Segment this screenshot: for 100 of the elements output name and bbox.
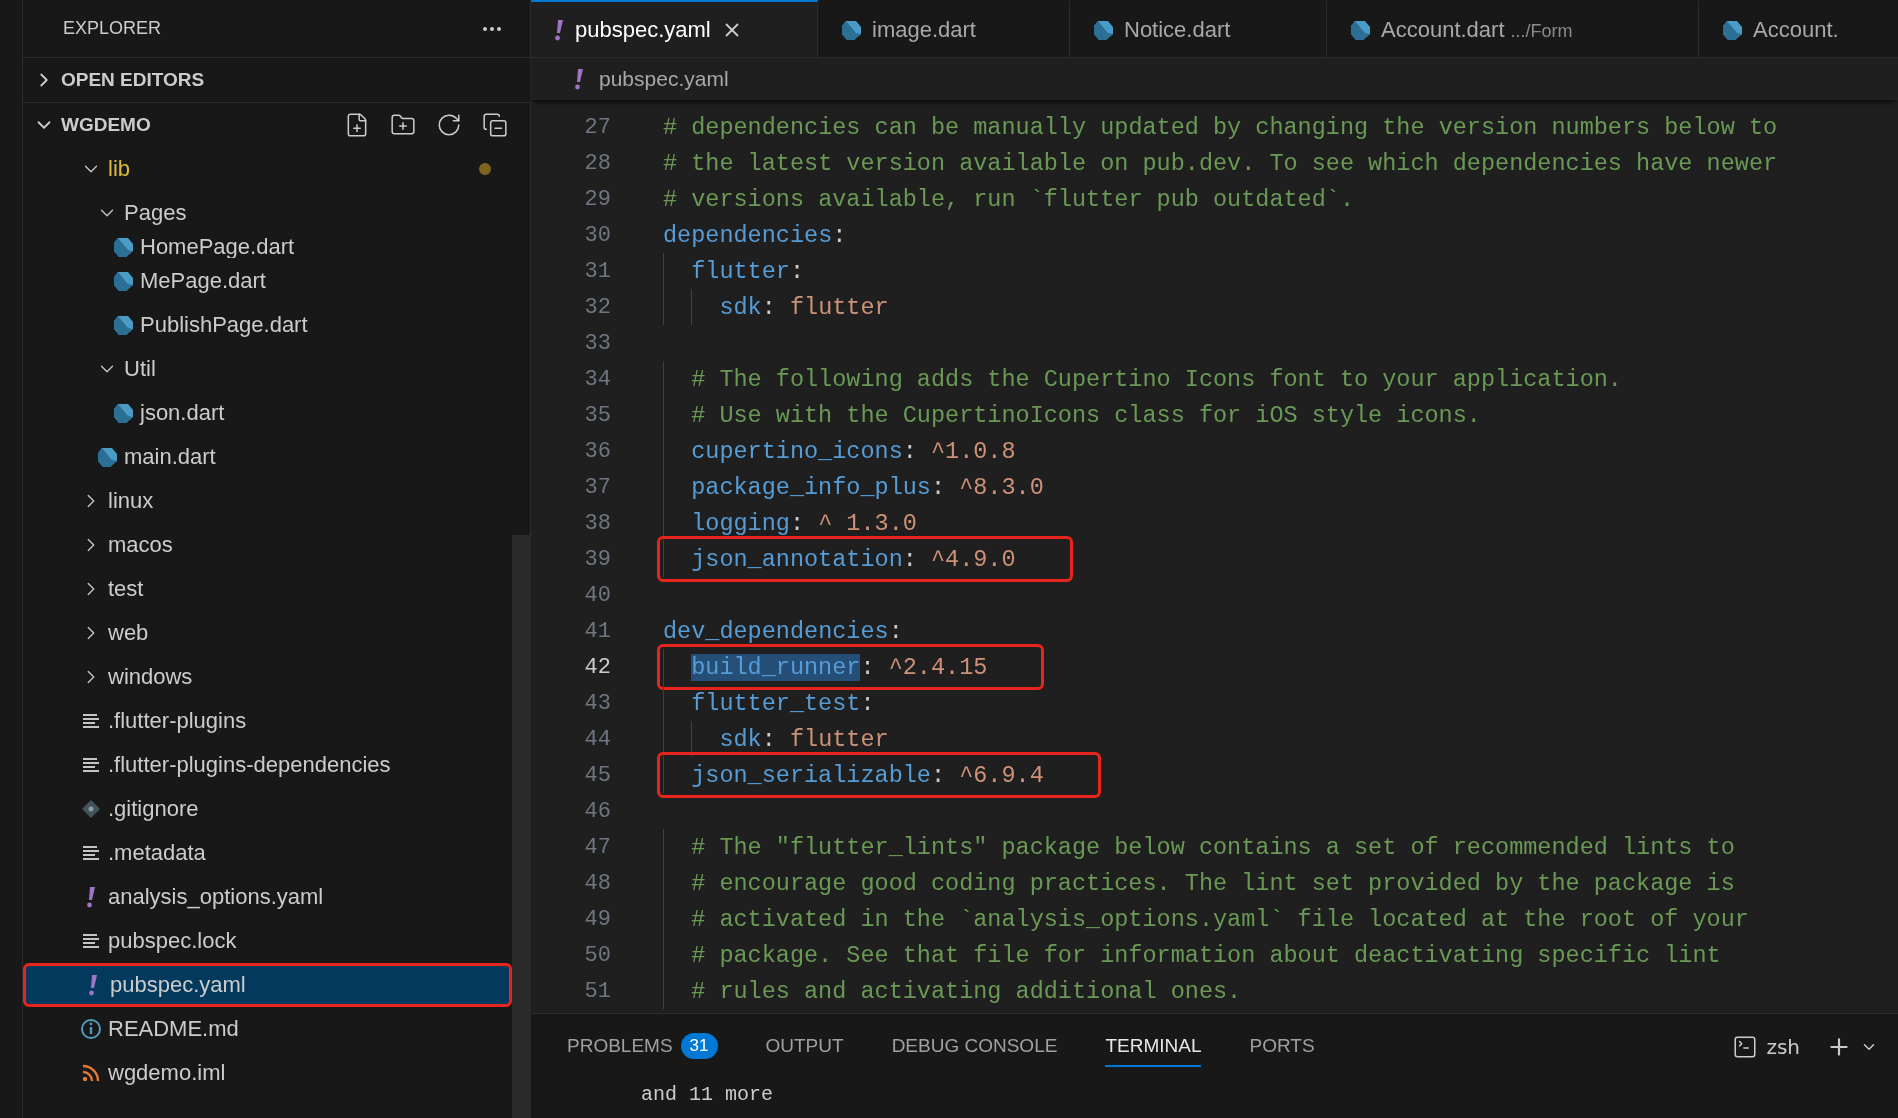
section-header[interactable]: OPEN EDITORS	[23, 57, 530, 102]
code-token: sdk	[719, 293, 762, 321]
code-token: ^6.9.4	[958, 761, 1044, 789]
modified-dot	[479, 163, 491, 175]
file-item[interactable]: main.dart	[23, 435, 512, 479]
line-number: 41	[583, 618, 611, 644]
breadcrumb-item[interactable]: pubspec.yaml	[599, 67, 729, 91]
feed-icon	[80, 1062, 102, 1084]
file-item[interactable]: wgdemo.iml	[23, 1051, 512, 1095]
folder-item[interactable]: test	[23, 567, 512, 611]
code-token: build_runner	[691, 653, 861, 681]
code-token: :	[902, 545, 917, 573]
file-item[interactable]: .gitignore	[23, 787, 512, 831]
code-token: json_serializable	[691, 761, 931, 789]
panel-tab[interactable]: PORTS	[1249, 1027, 1315, 1067]
dart-file-icon	[112, 270, 134, 292]
code-token: package_info_plus	[691, 473, 931, 501]
line-number: 29	[583, 186, 611, 212]
file-item[interactable]: pubspec.yaml	[23, 963, 512, 1007]
panel-tab[interactable]: TERMINAL	[1105, 1027, 1202, 1067]
code-comment: # encourage good coding practices. The lint set provided by the package is	[691, 869, 1735, 897]
file-item[interactable]: .flutter-plugins-dependencies	[23, 743, 512, 787]
code-token: flutter	[788, 293, 889, 321]
info-icon	[80, 1018, 102, 1040]
line-number: 31	[583, 258, 611, 284]
lines-icon	[80, 932, 102, 950]
dart-file-icon	[1349, 18, 1371, 41]
lines-icon	[80, 712, 102, 730]
folder-item[interactable]: linux	[23, 479, 512, 523]
line-number: 30	[583, 222, 611, 248]
folder-item[interactable]: Pages	[23, 191, 512, 235]
dart-file-icon	[840, 18, 862, 41]
line-number: 50	[583, 942, 611, 968]
line-number: 45	[583, 762, 611, 788]
dart-file-icon	[112, 402, 134, 424]
panel-tab[interactable]: PROBLEMS 31	[567, 1027, 718, 1067]
folder-item[interactable]: macos	[23, 523, 512, 567]
shell-name[interactable]: zsh	[1766, 1035, 1800, 1059]
scrollbar-thumb[interactable]	[512, 535, 530, 1118]
code-token: :	[832, 221, 847, 249]
folder-item[interactable]: windows	[23, 655, 512, 699]
lines-icon	[80, 844, 102, 862]
code-token: dev_dependencies	[663, 617, 889, 645]
code-comment: # package. See that file for information about deactivating specific lint	[691, 941, 1721, 969]
editor-tab[interactable]: pubspec.yaml	[531, 0, 818, 57]
code-token: :	[761, 725, 776, 753]
code-token: :	[860, 653, 875, 681]
exclamation-icon	[573, 68, 585, 90]
line-number: 47	[583, 834, 611, 860]
file-item[interactable]: json.dart	[23, 391, 512, 435]
terminal-text: and 11 more	[640, 1082, 775, 1108]
line-number: 32	[583, 294, 611, 320]
code-comment: # Use with the CupertinoIcons class for iOS style icons.	[691, 401, 1481, 429]
file-item[interactable]: README.md	[23, 1007, 512, 1051]
code-comment: # The following adds the Cupertino Icons font to your application.	[691, 365, 1622, 393]
file-item[interactable]: analysis_options.yaml	[23, 875, 512, 919]
collapse-icon[interactable]	[482, 112, 508, 138]
code-comment: # versions available, run `flutter pub outdated`.	[663, 185, 1354, 213]
code-token: :	[930, 473, 946, 501]
folder-item[interactable]: lib	[23, 147, 512, 191]
code-token: :	[761, 293, 776, 321]
sidebar-title: EXPLORER	[63, 18, 162, 39]
code-token: :	[860, 689, 875, 717]
code-token: logging	[691, 509, 790, 537]
line-number: 49	[583, 906, 611, 932]
code-token: flutter_test	[691, 689, 861, 717]
code-token: dependencies	[663, 221, 833, 249]
code-token: :	[789, 257, 805, 285]
line-number: 38	[583, 510, 611, 536]
code-token: :	[888, 617, 903, 645]
code-token: ^1.0.8	[929, 437, 1016, 465]
code-comment: # rules and activating additional ones.	[691, 977, 1242, 1005]
line-number: 48	[583, 870, 611, 896]
file-item[interactable]: PublishPage.dart	[23, 303, 512, 347]
panel-tab[interactable]: DEBUG CONSOLE	[891, 1027, 1058, 1067]
line-number: 35	[583, 402, 611, 428]
code-token: :	[902, 437, 917, 465]
file-item[interactable]: .metadata	[23, 831, 512, 875]
code-token: ^8.3.0	[958, 473, 1044, 501]
panel-tab[interactable]: OUTPUT	[765, 1027, 844, 1067]
line-number: 37	[583, 474, 611, 500]
dart-file-icon	[1092, 18, 1114, 41]
file-item[interactable]: MePage.dart	[23, 259, 512, 303]
section-header[interactable]: WGDEMO	[23, 102, 530, 147]
dart-file-icon	[112, 314, 134, 336]
code-comment: # The "flutter_lints" package below contains a set of recommended lints to	[691, 833, 1735, 861]
folder-item[interactable]: web	[23, 611, 512, 655]
lines-icon	[80, 756, 102, 774]
file-item[interactable]: HomePage.dart	[23, 235, 512, 259]
file-item[interactable]: .flutter-plugins	[23, 699, 512, 743]
code-token: ^2.4.15	[887, 653, 988, 681]
code-token: :	[789, 509, 805, 537]
line-number: 43	[583, 690, 611, 716]
code-comment: # dependencies can be manually updated by changing the version numbers below to	[663, 113, 1778, 141]
file-item[interactable]: pubspec.lock	[23, 919, 512, 963]
folder-item[interactable]: Util	[23, 347, 512, 391]
dart-file-icon	[112, 236, 134, 258]
refresh-icon[interactable]	[436, 112, 462, 138]
code-token: flutter	[788, 725, 889, 753]
dart-file-icon	[96, 446, 118, 468]
